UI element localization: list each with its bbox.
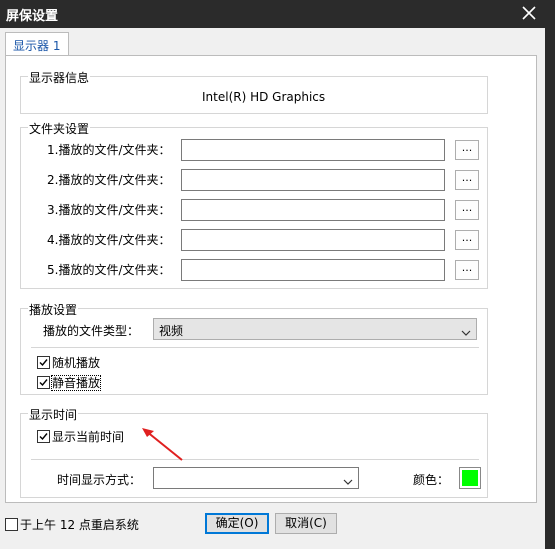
folder-row-4-input[interactable]	[181, 229, 445, 251]
folder-settings-legend: 文件夹设置	[28, 120, 91, 137]
display-info-group: 显示器信息 Intel(R) HD Graphics	[20, 69, 488, 114]
show-time-legend: 显示时间	[28, 406, 79, 423]
color-swatch-button[interactable]	[459, 467, 481, 489]
window-title: 屏保设置	[6, 9, 59, 24]
background-strip	[545, 0, 555, 549]
adapter-name: Intel(R) HD Graphics	[202, 90, 326, 104]
restart-system-checkbox[interactable]: 于上午 12 点重启系统	[5, 516, 139, 533]
display-info-legend: 显示器信息	[28, 69, 91, 86]
title-bar[interactable]: 屏保设置	[0, 0, 545, 28]
shuffle-label: 随机播放	[52, 356, 101, 370]
color-label: 颜色：	[413, 473, 450, 487]
file-type-select[interactable]: 视频	[153, 318, 477, 340]
file-type-label: 播放的文件类型：	[43, 324, 140, 338]
show-current-time-label: 显示当前时间	[52, 430, 125, 444]
tab-panel: 显示器信息 Intel(R) HD Graphics 文件夹设置 1.播放的文件…	[5, 55, 537, 503]
annotation-arrow-icon	[142, 428, 183, 461]
folder-row-5-browse-button[interactable]: ...	[455, 260, 479, 280]
file-type-value: 视频	[159, 324, 184, 338]
folder-row-3-label: 3.播放的文件/文件夹：	[47, 203, 171, 217]
playback-settings-group: 播放设置 播放的文件类型： 视频 随机播放 静音播放	[20, 301, 488, 395]
close-icon[interactable]	[519, 3, 539, 23]
folder-row-4-browse-button[interactable]: ...	[455, 230, 479, 250]
ok-button[interactable]: 确定(O)	[205, 513, 269, 534]
folder-row-1-input[interactable]	[181, 139, 445, 161]
folder-row-2-label: 2.播放的文件/文件夹：	[47, 173, 171, 187]
cancel-button[interactable]: 取消(C)	[275, 513, 337, 534]
chevron-down-icon	[343, 475, 353, 485]
folder-settings-group: 文件夹设置 1.播放的文件/文件夹： ... 2.播放的文件/文件夹： ... …	[20, 120, 488, 289]
checkbox-checked-icon	[37, 356, 50, 369]
time-divider	[31, 459, 479, 460]
restart-system-label: 于上午 12 点重启系统	[20, 518, 139, 532]
color-swatch-fill	[462, 470, 478, 486]
shuffle-checkbox[interactable]: 随机播放	[37, 354, 100, 371]
show-time-group: 显示时间 显示当前时间 时间显示方式： 颜色：	[20, 406, 488, 498]
checkbox-checked-icon	[37, 430, 50, 443]
show-current-time-checkbox[interactable]: 显示当前时间	[37, 428, 124, 445]
folder-row-3-input[interactable]	[181, 199, 445, 221]
playback-divider	[31, 347, 479, 348]
screensaver-settings-window: 屏保设置 显示器 1 显示器信息 Intel(R) HD Graphics 文件…	[0, 0, 545, 549]
mute-label: 静音播放	[50, 375, 102, 391]
checkbox-unchecked-icon	[5, 518, 18, 531]
tab-monitor-1[interactable]: 显示器 1	[5, 32, 69, 56]
playback-settings-legend: 播放设置	[28, 301, 79, 318]
mute-checkbox[interactable]: 静音播放	[37, 374, 102, 391]
checkbox-checked-icon	[37, 376, 50, 389]
chevron-down-icon	[461, 326, 471, 336]
folder-row-1-browse-button[interactable]: ...	[455, 140, 479, 160]
folder-row-2-browse-button[interactable]: ...	[455, 170, 479, 190]
folder-row-1-label: 1.播放的文件/文件夹：	[47, 143, 171, 157]
folder-row-4-label: 4.播放的文件/文件夹：	[47, 233, 171, 247]
time-format-label: 时间显示方式：	[57, 473, 142, 487]
folder-row-5-label: 5.播放的文件/文件夹：	[47, 263, 171, 277]
folder-row-2-input[interactable]	[181, 169, 445, 191]
folder-row-5-input[interactable]	[181, 259, 445, 281]
folder-row-3-browse-button[interactable]: ...	[455, 200, 479, 220]
time-format-select[interactable]	[153, 467, 359, 489]
